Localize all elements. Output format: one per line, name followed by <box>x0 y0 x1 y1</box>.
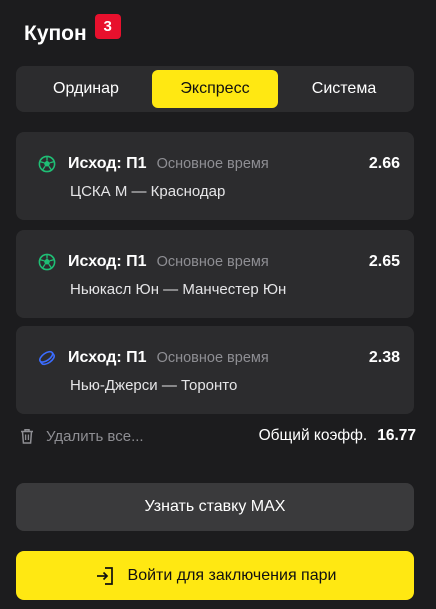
bet-card-header: Исход: П1 Основное время 2.38 <box>38 348 400 368</box>
bet-outcome: Исход: П1 <box>68 253 147 270</box>
bet-card[interactable]: Исход: П1 Основное время 2.66 ЦСКА М — К… <box>16 132 414 220</box>
coupon-header: Купон 3 <box>24 14 121 46</box>
login-to-bet-button[interactable]: Войти для заключения пари <box>16 551 414 600</box>
football-icon <box>38 253 56 271</box>
bet-card-header: Исход: П1 Основное время 2.65 <box>38 252 400 272</box>
login-icon <box>94 565 116 587</box>
login-button-label: Войти для заключения пари <box>127 566 337 584</box>
football-icon <box>38 155 56 173</box>
bet-odds: 2.65 <box>368 253 400 270</box>
tab-single[interactable]: Ординар <box>20 70 152 108</box>
bet-match: ЦСКА М — Краснодар <box>70 183 226 200</box>
delete-all-link[interactable]: Удалить все... <box>46 428 144 445</box>
tab-express[interactable]: Экспресс <box>152 70 278 108</box>
bet-card[interactable]: Исход: П1 Основное время 2.65 Ньюкасл Юн… <box>16 230 414 318</box>
hockey-puck-icon <box>38 349 56 367</box>
bet-odds: 2.38 <box>368 349 400 366</box>
bet-odds: 2.66 <box>368 155 400 172</box>
coupon-title: Купон <box>24 22 87 45</box>
bet-count-badge: 3 <box>94 14 121 39</box>
tab-system[interactable]: Система <box>278 70 410 108</box>
total-odds-value: 16.77 <box>377 427 416 444</box>
bet-outcome: Исход: П1 <box>68 349 147 366</box>
bet-period: Основное время <box>156 254 269 270</box>
max-stake-button[interactable]: Узнать ставку MAX <box>16 483 414 531</box>
bet-period: Основное время <box>156 350 269 366</box>
bet-match: Нью-Джерси — Торонто <box>70 377 238 394</box>
bet-card-header: Исход: П1 Основное время 2.66 <box>38 154 400 174</box>
bet-type-tabs: Ординар Экспресс Система <box>16 66 414 112</box>
bet-period: Основное время <box>156 156 269 172</box>
bet-outcome: Исход: П1 <box>68 155 147 172</box>
coupon-summary: Удалить все... Общий коэфф. 16.77 <box>18 424 416 448</box>
bet-match: Ньюкасл Юн — Манчестер Юн <box>70 281 287 298</box>
trash-icon[interactable] <box>18 427 36 445</box>
total-odds-label: Общий коэфф. <box>258 427 368 444</box>
bet-card[interactable]: Исход: П1 Основное время 2.38 Нью-Джерси… <box>16 326 414 414</box>
coupon-panel: Купон 3 Ординар Экспресс Система Исход: … <box>0 0 436 609</box>
